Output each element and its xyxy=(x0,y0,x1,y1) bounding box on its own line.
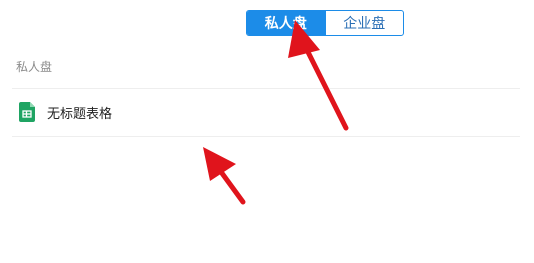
annotation-arrow xyxy=(203,147,246,205)
tab-private-drive[interactable]: 私人盘 xyxy=(247,11,325,35)
spreadsheet-icon xyxy=(19,102,35,122)
file-row[interactable]: 无标题表格 xyxy=(12,92,520,132)
tab-enterprise-drive[interactable]: 企业盘 xyxy=(324,11,404,35)
section-label: 私人盘 xyxy=(16,60,53,74)
drive-switch: 私人盘 企业盘 xyxy=(246,10,404,36)
divider xyxy=(12,136,520,137)
file-name: 无标题表格 xyxy=(47,106,113,122)
divider xyxy=(12,88,520,89)
